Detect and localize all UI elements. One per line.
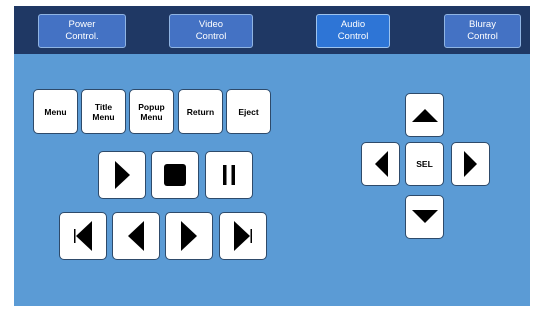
- arrow-up-button[interactable]: [405, 93, 444, 137]
- popup-menu-button[interactable]: Popup Menu: [129, 89, 174, 134]
- top-navigation-bar: Power Control. Video Control Audio Contr…: [14, 6, 530, 54]
- title-menu-button-label: Title Menu: [92, 101, 115, 122]
- fast-forward-button[interactable]: [165, 212, 213, 260]
- fast-forward-icon: [181, 221, 197, 251]
- return-button[interactable]: Return: [178, 89, 223, 134]
- skip-previous-icon: [74, 221, 92, 251]
- pause-icon: [223, 165, 235, 185]
- eject-button[interactable]: Eject: [226, 89, 271, 134]
- pause-button[interactable]: [205, 151, 253, 199]
- eject-button-label: Eject: [238, 106, 259, 117]
- rewind-button[interactable]: [112, 212, 160, 260]
- tab-bluray-control[interactable]: Bluray Control: [444, 14, 521, 48]
- arrow-left-button[interactable]: [361, 142, 400, 186]
- skip-next-icon: [234, 221, 252, 251]
- popup-menu-button-label: Popup Menu: [138, 101, 165, 122]
- arrow-right-icon: [463, 151, 477, 177]
- arrow-down-button[interactable]: [405, 195, 444, 239]
- tab-video-control-label: Video Control: [195, 19, 227, 42]
- arrow-left-icon: [374, 151, 388, 177]
- menu-button-label: Menu: [44, 106, 67, 117]
- arrow-right-button[interactable]: [451, 142, 490, 186]
- play-icon: [115, 161, 130, 189]
- tab-video-control[interactable]: Video Control: [169, 14, 253, 48]
- tab-power-control-label: Power Control.: [65, 19, 99, 42]
- arrow-down-icon: [411, 210, 438, 223]
- play-button[interactable]: [98, 151, 146, 199]
- title-menu-button[interactable]: Title Menu: [81, 89, 126, 134]
- return-button-label: Return: [186, 106, 215, 117]
- stop-icon: [164, 164, 186, 186]
- select-button-label: SEL: [416, 159, 433, 169]
- arrow-up-icon: [411, 109, 438, 122]
- tab-bluray-control-label: Bluray Control: [467, 19, 498, 42]
- tab-audio-control-label: Audio Control: [337, 19, 369, 42]
- skip-next-button[interactable]: [219, 212, 267, 260]
- tab-power-control[interactable]: Power Control.: [38, 14, 126, 48]
- menu-button[interactable]: Menu: [33, 89, 78, 134]
- remote-control-panel: Power Control. Video Control Audio Contr…: [14, 6, 530, 306]
- skip-previous-button[interactable]: [59, 212, 107, 260]
- stop-button[interactable]: [151, 151, 199, 199]
- select-button[interactable]: SEL: [405, 142, 444, 186]
- rewind-icon: [128, 221, 144, 251]
- tab-audio-control[interactable]: Audio Control: [316, 14, 390, 48]
